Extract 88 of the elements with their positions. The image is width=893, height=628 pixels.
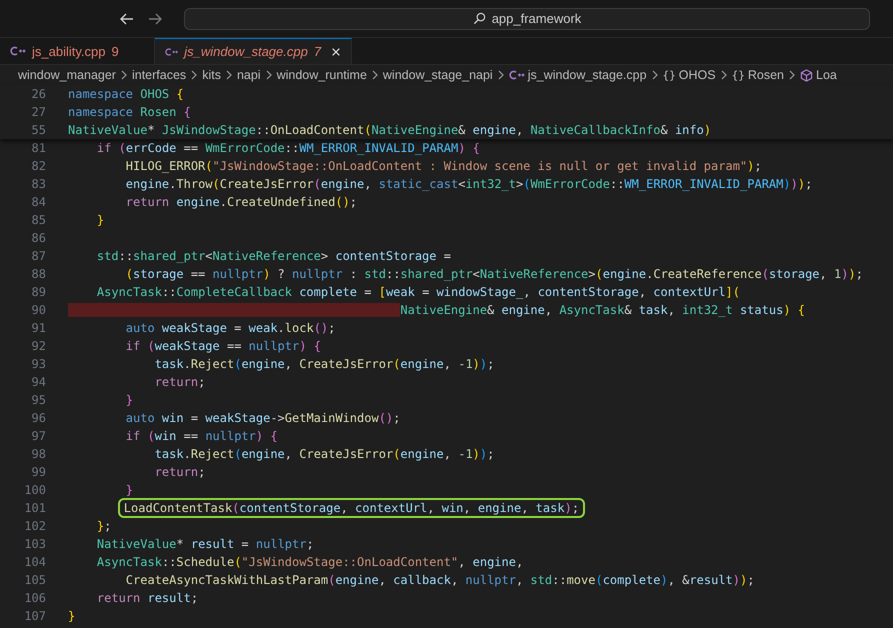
line-number: 91 [30,320,47,337]
line-number: 83 [30,176,47,193]
line-number: 81 [30,140,47,157]
code-line: return; [154,464,206,481]
code-line: return engine.CreateUndefined(); [124,194,358,211]
line-number: 92 [30,338,47,355]
chevron-icon [224,70,233,80]
line-number: 103 [23,536,47,553]
code-line: } [124,482,134,499]
chevron-icon [264,70,273,80]
line-number: 86 [30,230,47,247]
line-number: 89 [30,284,47,301]
line-number: 87 [30,248,47,265]
code-line: AsyncTask::Schedule("JsWindowStage::OnLoadContent", engine, [96,554,524,571]
search-field[interactable]: app_framework [184,8,870,30]
line-number: 96 [30,410,47,427]
code-line: (storage == nullptr) ? nullptr : std::shared_ptr<NativeReference>(engine.CreateReference(storage, 1)); [124,266,863,283]
code-line[interactable]: namespace OHOS { [68,85,184,103]
code-line: if (weakStage == nullptr) { [124,338,321,355]
code-line: task.Reject(engine, CreateJsError(engine, -1)); [154,446,494,463]
line-number: 85 [30,212,47,229]
cpp-file-icon [508,70,525,80]
code-line: if (win == nullptr) { [124,428,278,445]
cube-icon [800,68,813,82]
chevron-icon [720,70,728,80]
line-number: 97 [30,428,47,445]
code-line: } [68,608,76,625]
code-line: return result; [96,590,198,607]
code-line: auto weakStage = weak.lock(); [124,320,336,337]
code-line: AsyncTask::CompleteCallback complete = [weak = windowStage_, contentStorage, contextUrl]( [96,284,740,301]
line-number: 90 [30,302,47,319]
braces-icon: {} [662,68,676,82]
code-line: } [96,212,104,229]
line-number: 100 [23,482,47,499]
line-number: 101 [23,500,47,517]
chevron-icon [120,70,128,80]
file-tab[interactable]: js_window_stage.cpp 7 [155,38,352,64]
code-line[interactable]: NativeValue* JsWindowStage::OnLoadContent(NativeEngine& engine, NativeCallbackInfo& info) [68,121,712,139]
code-line: } [124,392,134,409]
breadcrumb-item[interactable]: window_manager [18,68,116,82]
line-number: 93 [30,356,47,373]
line-number: 107 [23,608,47,625]
code-line: CreateAsyncTaskWithLastParam(engine, callback, nullptr, std::move(complete), &result)); [124,572,754,589]
breadcrumb-item[interactable]: kits [202,68,221,82]
code-line: NativeValue* result = nullptr; [96,536,314,553]
code-line: LoadContentTask(contentStorage, contextUrl, win, engine, task); [68,499,584,517]
code-line: HILOG_ERROR("JsWindowStage::OnLoadContent : Window scene is null or get invalid param"); [124,158,762,175]
line-number: 95 [30,392,47,409]
line-number: 105 [23,572,47,589]
breadcrumb-item[interactable]: interfaces [132,68,186,82]
cpp-file-icon [10,46,26,56]
line-number: 82 [30,158,47,175]
code-line: std::shared_ptr<NativeReference> contentStorage = [96,248,451,265]
line-number: 84 [30,194,47,211]
line-number: 88 [30,266,47,283]
code-line: engine.Throw(CreateJsError(engine, static_cast<int32_t>(WmErrorCode::WM_ERROR_INVALID_PARAM))); [124,176,812,193]
code-line: NativeEngine& engine, AsyncTask& task, int32_t status) { [68,301,805,319]
code-line: if (errCode == WmErrorCode::WM_ERROR_INVALID_PARAM) { [96,140,480,157]
breadcrumb-item[interactable]: js_window_stage.cpp [528,68,647,82]
code-line: auto win = weakStage->GetMainWindow(); [124,410,400,427]
breadcrumb-item[interactable]: OHOS [678,68,716,82]
breadcrumb-item[interactable]: Rosen [748,68,784,82]
chevron-icon [788,70,796,80]
line-number: 98 [30,446,47,463]
chevron-icon [496,70,505,80]
breadcrumb-item[interactable]: napi [236,68,261,82]
search-icon [472,12,486,25]
line-number: 102 [23,518,47,535]
close-icon[interactable] [331,46,341,58]
breadcrumb-item[interactable]: window_runtime [276,68,367,82]
line-number: 94 [30,374,47,391]
code-line: task.Reject(engine, CreateJsError(engine, -1)); [154,356,494,373]
cpp-file-icon [165,46,178,56]
line-number: 27 [30,104,47,121]
code-line: }; [96,518,112,535]
chevron-icon [370,70,379,80]
chevron-icon [650,70,659,80]
line-number: 99 [30,464,47,481]
code-line: return; [154,374,206,391]
braces-icon: {} [732,68,745,82]
code-line[interactable]: namespace Rosen { [68,103,191,121]
breadcrumb-item[interactable]: window_stage_napi [382,68,493,82]
line-number: 26 [30,86,47,103]
breadcrumb-item[interactable]: Loa [816,68,837,82]
line-number: 104 [23,554,47,571]
line-number: 106 [23,590,47,607]
line-number: 55 [30,122,47,139]
chevron-icon [190,70,198,80]
